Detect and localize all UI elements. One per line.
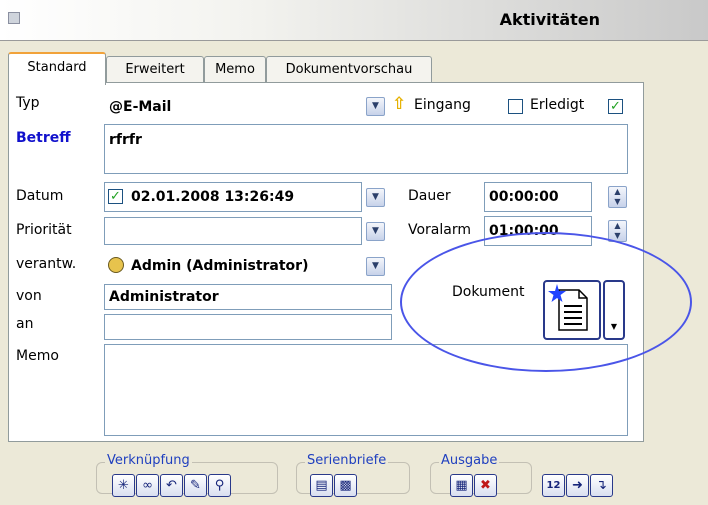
memo-label: Memo (16, 348, 59, 364)
serienbriefe-title: Serienbriefe (305, 453, 389, 468)
verknuepfung-title: Verknüpfung (105, 453, 192, 468)
link-undo-button[interactable]: ↶ (160, 474, 183, 497)
betreff-input[interactable]: rfrfr (104, 124, 628, 174)
chevron-down-icon: ▼ (372, 192, 379, 202)
verantw-label: verantw. (16, 256, 77, 272)
link-search-button[interactable]: ⚲ (208, 474, 231, 497)
datum-checkbox[interactable]: ✓ (108, 189, 123, 204)
voralarm-label: Voralarm (408, 222, 472, 238)
documents-icon: ▩ (339, 478, 352, 493)
typ-select[interactable]: @E-Mail (104, 93, 364, 121)
von-input[interactable]: Administrator (104, 284, 392, 310)
calendar-button[interactable]: 12 (542, 474, 565, 497)
document-icon: ▤ (315, 478, 328, 493)
highlight-ellipse (400, 232, 692, 372)
forward-button[interactable]: ➜ (566, 474, 589, 497)
dauer-input[interactable]: 00:00:00 (484, 182, 592, 212)
betreff-label: Betreff (16, 130, 71, 146)
user-icon (108, 257, 124, 273)
erledigt-checkbox[interactable]: ✓ (608, 99, 623, 114)
exit-button[interactable]: ↴ (590, 474, 613, 497)
check-icon: ✓ (610, 99, 621, 114)
tab-dokumentvorschau[interactable]: Dokumentvorschau (266, 56, 432, 83)
erledigt-label: Erledigt (530, 97, 585, 113)
serienbrief-multi-button[interactable]: ▩ (334, 474, 357, 497)
ausgabe-export-button[interactable]: ▦ (450, 474, 473, 497)
magnifier-icon: ⚲ (214, 478, 225, 493)
ausgabe-print-button[interactable]: ✖ (474, 474, 497, 497)
chain-icon: ∞ (142, 478, 153, 493)
an-input[interactable] (104, 314, 392, 340)
serienbrief-document-button[interactable]: ▤ (310, 474, 333, 497)
eingang-label: Eingang (414, 97, 471, 113)
ausgabe-title: Ausgabe (439, 453, 500, 468)
link-chain-button[interactable]: ∞ (136, 474, 159, 497)
spin-up-icon: ▲ (614, 221, 621, 230)
verantw-select[interactable]: Admin (Administrator) (104, 252, 360, 280)
datum-dropdown-button[interactable]: ▼ (366, 188, 385, 207)
dauer-label: Dauer (408, 188, 451, 204)
pencil-icon: ✎ (190, 478, 201, 493)
tab-standard[interactable]: Standard (8, 52, 106, 85)
print-icon: ✖ (480, 478, 491, 493)
new-link-icon: ✳ (118, 478, 129, 493)
eingang-checkbox[interactable] (508, 99, 523, 114)
dauer-spinner[interactable]: ▲ ▼ (608, 186, 627, 208)
an-label: an (16, 316, 34, 332)
prioritaet-select[interactable] (104, 217, 362, 245)
export-icon: ▦ (455, 478, 468, 493)
undo-icon: ↶ (166, 478, 177, 493)
von-label: von (16, 288, 42, 304)
tab-memo[interactable]: Memo (204, 56, 266, 83)
exit-icon: ↴ (596, 478, 607, 493)
chevron-down-icon: ▼ (372, 226, 379, 236)
datum-input[interactable]: 02.01.2008 13:26:49 (104, 182, 362, 212)
chevron-down-icon: ▼ (372, 101, 379, 111)
link-edit-button[interactable]: ✎ (184, 474, 207, 497)
spin-up-icon: ▲ (614, 187, 621, 196)
spin-down-icon: ▼ (614, 197, 621, 206)
window-icon (8, 12, 20, 24)
window-title: Aktivitäten (499, 10, 600, 29)
typ-dropdown-button[interactable]: ▼ (366, 97, 385, 116)
title-bar: Aktivitäten (0, 0, 708, 41)
tab-erweitert[interactable]: Erweitert (106, 56, 204, 83)
arrow-right-icon: ➜ (572, 478, 583, 493)
up-arrow-icon: ⇧ (392, 94, 407, 114)
datum-label: Datum (16, 188, 64, 204)
prioritaet-dropdown-button[interactable]: ▼ (366, 222, 385, 241)
prioritaet-label: Priorität (16, 222, 72, 238)
check-icon: ✓ (110, 189, 121, 204)
chevron-down-icon: ▼ (372, 261, 379, 271)
verantw-dropdown-button[interactable]: ▼ (366, 257, 385, 276)
typ-label: Typ (16, 95, 40, 111)
link-new-button[interactable]: ✳ (112, 474, 135, 497)
calendar-icon: 12 (546, 480, 561, 491)
